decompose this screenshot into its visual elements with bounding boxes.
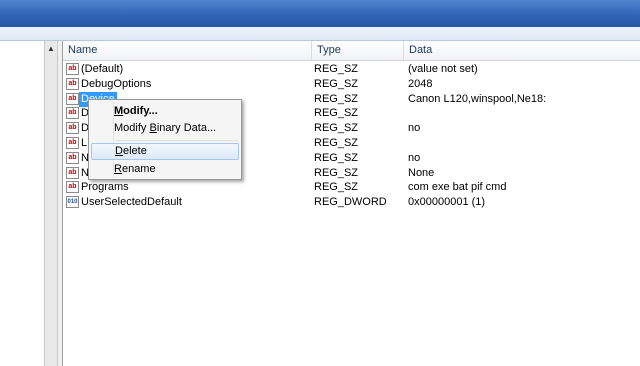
cell-type: REG_SZ [314,122,359,135]
string-value-icon: ab [66,151,79,164]
cell-data: com exe bat pif cmd [408,181,507,194]
menu-label-delete: elete [122,145,147,157]
menu-label-rename: ename [121,163,156,175]
string-value-icon: ab [66,166,79,179]
table-row[interactable]: ab Programs REG_SZ com exe bat pif cmd [63,180,640,195]
menu-item-rename[interactable]: Rename [91,161,239,178]
menu-label-modify-binary-pre: Modify [114,122,150,134]
cell-type: REG_SZ [314,181,359,194]
cell-type: REG_SZ [314,151,359,164]
cell-data: (value not set) [408,63,478,75]
menu-label-modify-binary: inary Data... [156,122,217,134]
column-header-name[interactable]: Name [63,41,312,60]
string-value-icon: ab [66,92,79,105]
values-list-pane[interactable]: Name Type Data ab (Default) REG_SZ (value n… [62,41,640,366]
cell-data: None [408,166,435,179]
menu-label-modify: odify... [123,105,158,117]
cell-type: REG_SZ [314,137,359,149]
menu-accel-modify-binary: B [149,122,157,134]
cell-name: ab Programs [63,180,312,195]
cell-type: REG_DWORD [314,196,387,209]
cell-type: REG_SZ [314,63,359,75]
cell-data [408,106,638,121]
string-value-icon: ab [66,181,79,194]
scroll-up-arrow-icon[interactable]: ▲ [45,43,57,55]
cell-data: no [408,122,421,135]
dword-value-icon: 010 [66,196,79,209]
cell-name: 010 UserSelectedDefault [63,195,312,210]
string-value-icon: ab [66,77,79,90]
menu-accel-rename: R [114,163,122,175]
menu-accel-modify: M [114,105,124,117]
cell-type: REG_SZ [314,77,359,90]
value-name: (Default) [81,63,124,75]
cell-name: ab (Default) [63,62,312,77]
cell-data: 0x00000001 (1) [408,196,486,209]
cell-type: REG_SZ [314,166,359,179]
value-name: UserSelectedDefault [81,196,182,209]
cell-type: REG_SZ [314,107,359,120]
cell-data: no [408,151,421,164]
menu-separator [116,140,238,141]
table-row[interactable]: 010 UserSelectedDefault REG_DWORD 0x0000000… [63,195,640,210]
column-header-data[interactable]: Data [404,41,640,60]
table-row[interactable]: ab (Default) REG_SZ (value not set) [63,62,640,77]
menu-bar[interactable] [0,27,640,41]
cell-data [408,136,638,151]
tree-scrollbar[interactable]: ▲ [44,41,58,366]
value-name: DebugOptions [81,77,152,90]
cell-name: ab DebugOptions [63,77,312,92]
cell-type: REG_SZ [314,92,359,105]
string-value-icon: ab [66,137,79,149]
value-name: L [81,137,88,149]
menu-accel-delete: D [115,145,123,157]
menu-item-delete[interactable]: Delete [91,143,239,160]
column-header-type[interactable]: Type [312,41,404,60]
menu-item-modify[interactable]: Modify... [91,103,239,120]
cell-data: 2048 [408,77,433,90]
context-menu: Modify... Modify Binary Data... Delete R… [88,99,242,180]
string-value-icon: ab [66,63,79,75]
string-value-icon: ab [66,107,79,120]
table-row[interactable]: ab DebugOptions REG_SZ 2048 [63,77,640,92]
string-value-icon: ab [66,122,79,135]
window-title-bar[interactable] [0,0,640,27]
cell-data: Canon L120,winspool,Ne18: [408,92,547,105]
column-header-row: Name Type Data [63,41,640,61]
value-name: Programs [81,181,129,194]
registry-tree-pane[interactable] [0,41,44,366]
menu-item-modify-binary[interactable]: Modify Binary Data... [91,120,239,137]
